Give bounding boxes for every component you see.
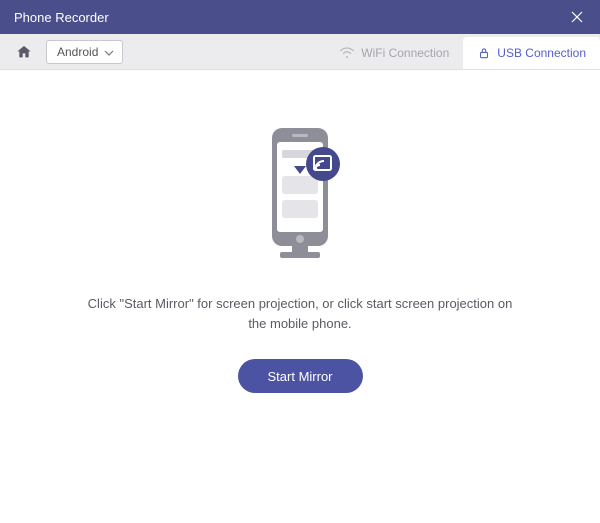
tab-wifi-connection[interactable]: WiFi Connection (325, 37, 463, 69)
start-mirror-button[interactable]: Start Mirror (238, 359, 363, 393)
usb-icon (477, 46, 491, 60)
main-content: Click "Start Mirror" for screen projecti… (0, 70, 600, 523)
toolbar: Android WiFi Connection USB Connection (0, 34, 600, 70)
tab-wifi-label: WiFi Connection (361, 46, 449, 60)
platform-select[interactable]: Android (46, 40, 123, 64)
connection-tabs: WiFi Connection USB Connection (325, 34, 600, 69)
close-button[interactable] (568, 8, 586, 26)
app-title: Phone Recorder (14, 10, 109, 25)
home-icon (16, 44, 32, 60)
platform-label: Android (57, 45, 98, 59)
titlebar: Phone Recorder (0, 0, 600, 34)
close-icon (570, 10, 584, 24)
wifi-icon (339, 47, 355, 59)
home-button[interactable] (10, 40, 38, 64)
phone-mirror-illustration (240, 120, 360, 270)
instruction-text: Click "Start Mirror" for screen projecti… (80, 294, 520, 333)
chevron-down-icon (104, 45, 114, 59)
tab-usb-connection[interactable]: USB Connection (463, 37, 600, 69)
tab-usb-label: USB Connection (497, 46, 586, 60)
